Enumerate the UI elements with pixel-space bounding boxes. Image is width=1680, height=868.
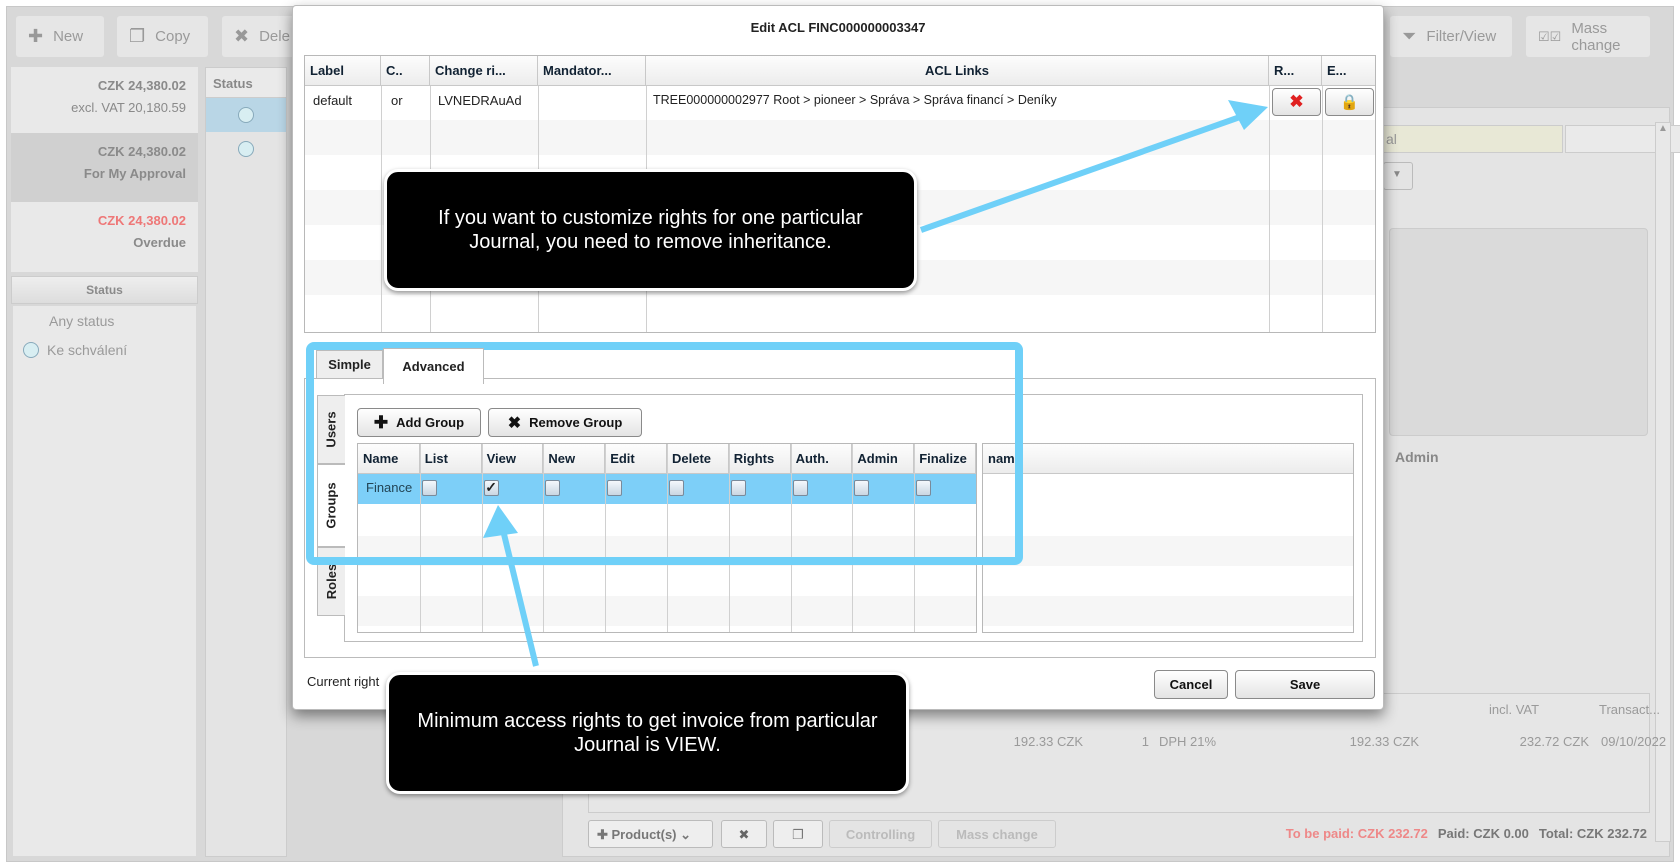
tab-advanced[interactable]: Advanced [383, 348, 484, 384]
arrow-to-remove-inheritance [919, 100, 1268, 233]
callout-minimum-rights: Minimum access rights to get invoice fro… [386, 672, 909, 794]
arrow-to-view-checkbox [483, 505, 539, 667]
callout-remove-inheritance: If you want to customize rights for one … [384, 169, 917, 291]
